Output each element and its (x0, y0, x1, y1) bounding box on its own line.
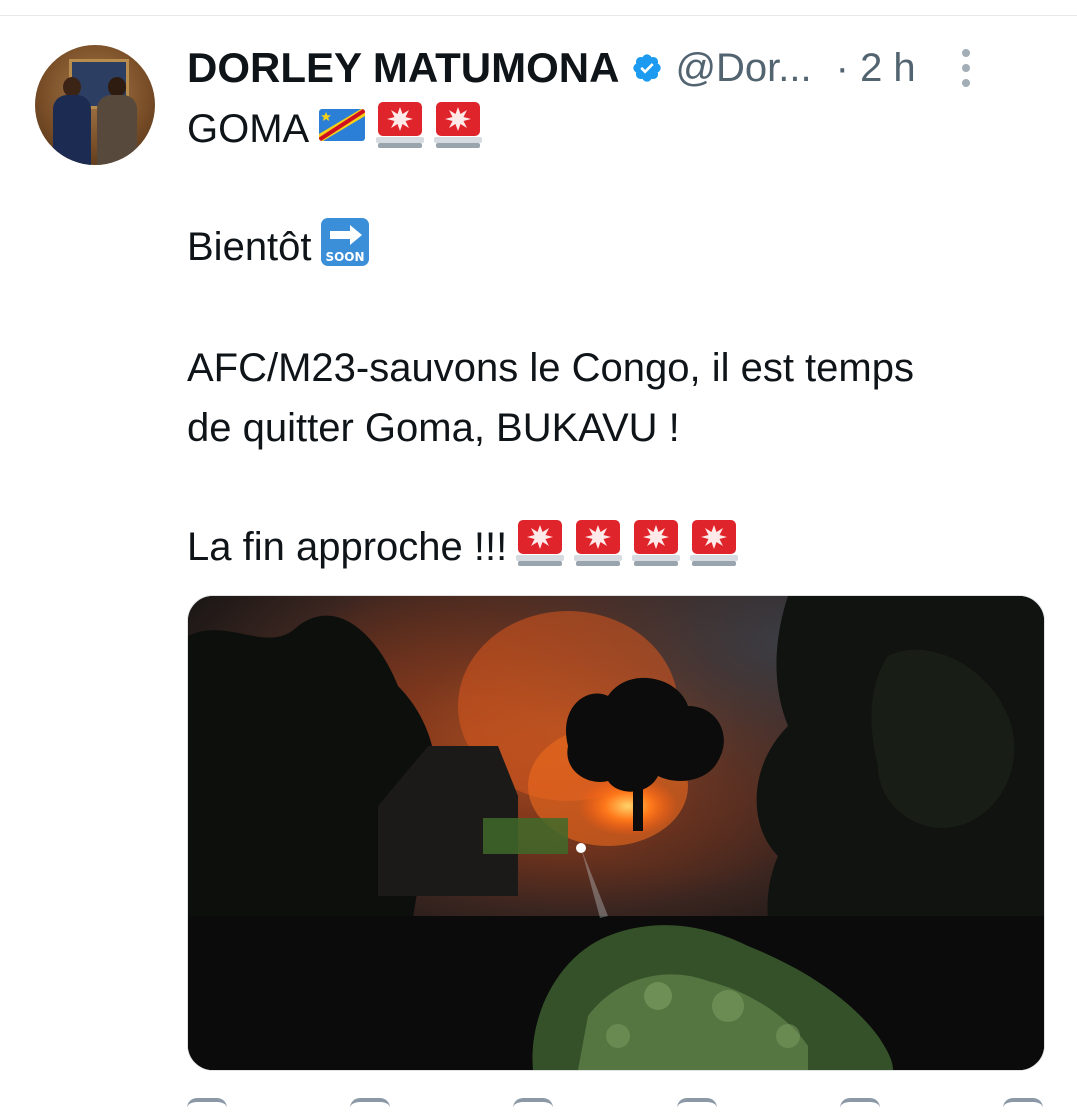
verified-badge-icon (631, 52, 663, 84)
svg-text:SOON: SOON (325, 250, 364, 264)
night-fire-scene (188, 596, 1044, 1070)
tweet-text-line: AFC/M23-sauvons le Congo, il est temps (187, 342, 914, 394)
tweet-text-line: GOMA (187, 102, 483, 155)
tweet-action-bar (187, 1098, 1043, 1112)
top-divider (0, 15, 1077, 16)
tweet-text-line: Bientôt SOON (187, 218, 370, 273)
tweet-timestamp[interactable]: · 2 h (836, 46, 916, 91)
police-light-icon (433, 99, 483, 159)
tweet-text: La fin approche !!! (187, 524, 508, 569)
tweet-text-line: de quitter Goma, BUKAVU ! (187, 402, 680, 454)
tweet-text: GOMA (187, 106, 310, 151)
tweet-text-line: La fin approche !!! (187, 520, 739, 573)
soon-arrow-icon: SOON (320, 217, 370, 277)
tweet-text: Bientôt (187, 224, 312, 269)
tweet-media-photo[interactable] (187, 595, 1045, 1071)
retweet-icon[interactable] (350, 1098, 391, 1116)
like-icon[interactable] (513, 1098, 554, 1116)
more-options-icon[interactable] (954, 45, 978, 91)
views-icon[interactable] (676, 1098, 717, 1116)
bookmark-icon[interactable] (839, 1098, 880, 1116)
drc-flag-icon (317, 103, 367, 155)
author-name[interactable]: DORLEY MATUMONA (187, 44, 619, 92)
police-light-icon (375, 99, 425, 159)
police-light-icon (515, 517, 565, 577)
police-light-icon (631, 517, 681, 577)
tweet-text: AFC/M23-sauvons le Congo, il est temps (187, 345, 914, 390)
author-handle[interactable]: @Dor... (675, 46, 811, 91)
tweet-text: de quitter Goma, BUKAVU ! (187, 405, 680, 450)
police-light-icon (689, 517, 739, 577)
police-light-icon (573, 517, 623, 577)
tweet-header: DORLEY MATUMONA @Dor... · 2 h (187, 40, 1047, 96)
share-icon[interactable] (1002, 1098, 1043, 1116)
reply-icon[interactable] (187, 1098, 227, 1116)
avatar[interactable] (35, 45, 155, 165)
